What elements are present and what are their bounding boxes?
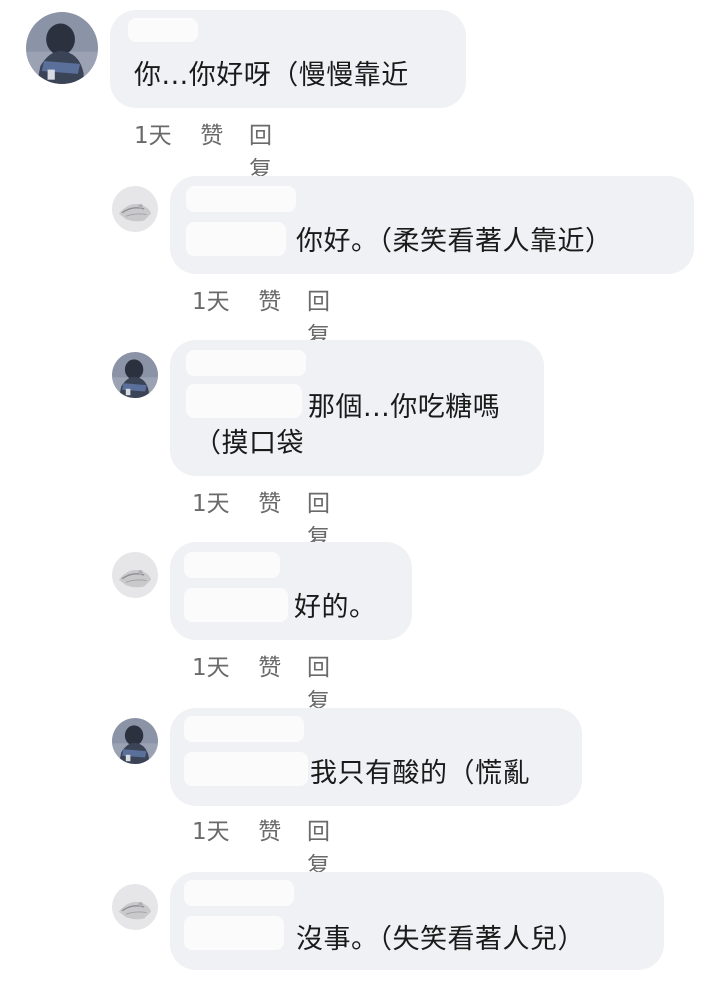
reply-button[interactable]: 回复 xyxy=(307,812,347,880)
comment-actions: 1天 赞 回复 xyxy=(192,648,347,716)
like-button[interactable]: 赞 xyxy=(258,648,307,716)
user-avatar[interactable] xyxy=(112,718,158,764)
comment-time: 1天 xyxy=(192,655,230,681)
comment-text: 那個...你吃糖嗎 xyxy=(308,392,501,423)
redacted-username xyxy=(184,552,280,578)
user-avatar[interactable] xyxy=(112,884,158,930)
user-avatar[interactable] xyxy=(26,12,98,84)
comment-actions: 1天 赞 回复 xyxy=(192,812,347,880)
comment-text: 我只有酸的（慌亂 xyxy=(310,758,530,789)
redacted-username xyxy=(184,588,288,622)
like-button[interactable]: 赞 xyxy=(200,116,249,184)
redacted-username xyxy=(128,18,198,42)
redacted-username xyxy=(186,186,296,212)
comment-text: 你...你好呀（慢慢靠近 xyxy=(134,60,409,91)
comment-text: 你好。（柔笑看著人靠近） xyxy=(296,226,613,257)
redacted-username xyxy=(186,384,302,418)
comment-text: （摸口袋 xyxy=(194,428,304,459)
reply-button[interactable]: 回复 xyxy=(249,116,289,184)
redacted-username xyxy=(186,222,286,256)
user-avatar[interactable] xyxy=(112,186,158,232)
like-button[interactable]: 赞 xyxy=(258,812,307,880)
redacted-username xyxy=(184,752,308,786)
redacted-username xyxy=(184,716,304,742)
redacted-username xyxy=(186,350,306,376)
comment-actions: 1天 赞 回复 xyxy=(134,116,289,184)
reply-button[interactable]: 回复 xyxy=(307,648,347,716)
user-avatar[interactable] xyxy=(112,352,158,398)
redacted-username xyxy=(184,916,284,950)
comment-time: 1天 xyxy=(134,123,172,149)
redacted-username xyxy=(184,880,294,906)
comment-time: 1天 xyxy=(192,819,230,845)
comment-text: 沒事。（失笑看著人兒） xyxy=(296,924,585,955)
comment-text: 好的。 xyxy=(294,592,377,623)
user-avatar[interactable] xyxy=(112,552,158,598)
